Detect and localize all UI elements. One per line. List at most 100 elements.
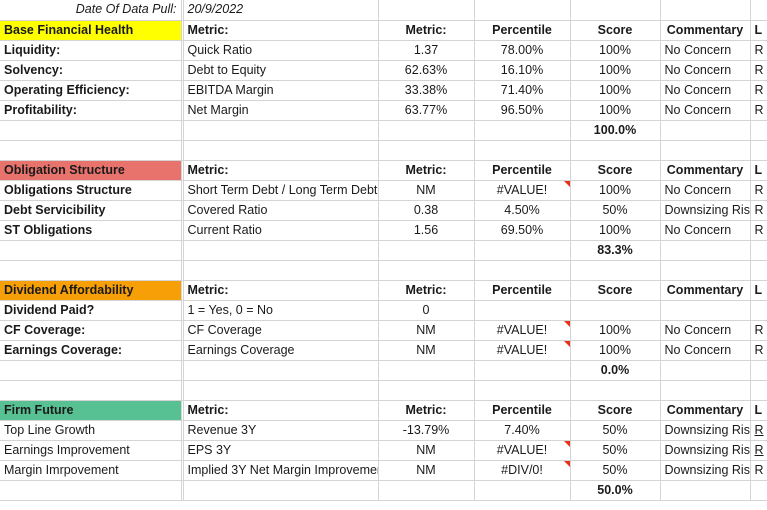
empty-cell <box>474 359 571 381</box>
section-total-score: 50.0% <box>570 479 661 501</box>
row-metric-name: EPS 3Y <box>183 440 379 461</box>
row-metric-name: EBITDA Margin <box>183 80 379 101</box>
empty-cell <box>660 260 751 281</box>
row-truncated-overflow: R <box>750 320 767 341</box>
empty-cell <box>0 119 182 141</box>
row-metric-name: Covered Ratio <box>183 200 379 221</box>
row-label: Margin Imrpovement <box>0 460 182 481</box>
row-score: 50% <box>570 200 661 221</box>
empty-cell <box>183 380 379 401</box>
row-commentary: No Concern <box>660 40 751 61</box>
row-metric-value: NM <box>378 440 475 461</box>
row-truncated-overflow[interactable]: R <box>750 440 767 461</box>
empty-cell <box>750 380 767 401</box>
row-metric-value: NM <box>378 340 475 361</box>
row-metric-name: Debt to Equity <box>183 60 379 81</box>
row-metric-name: Revenue 3Y <box>183 420 379 441</box>
row-percentile: 16.10% <box>474 60 571 81</box>
table-row: Top Line Growth Revenue 3Y -13.79% 7.40% 50%… <box>0 420 767 441</box>
section-total-row: 100.0% <box>0 119 767 141</box>
empty-cell <box>378 479 475 501</box>
empty-cell <box>183 119 379 141</box>
date-of-data-pull-value[interactable]: 20/9/2022 <box>183 0 379 21</box>
empty-cell <box>750 0 767 21</box>
row-label: Liquidity: <box>0 40 182 61</box>
row-metric-value: NM <box>378 460 475 481</box>
column-header-percentile: Percentile <box>474 20 571 41</box>
row-label: Profitability: <box>0 100 182 121</box>
column-header-score: Score <box>570 160 661 181</box>
row-percentile-with-comment-marker: #VALUE! <box>474 340 571 361</box>
row-score: 100% <box>570 80 661 101</box>
column-header-commentary: Commentary <box>660 20 751 41</box>
table-row: ST Obligations Current Ratio 1.56 69.50% 100… <box>0 220 767 241</box>
section-header-row: Firm Future Metric: Metric: Percentile Score… <box>0 400 767 421</box>
row-score: 50% <box>570 440 661 461</box>
empty-cell <box>474 119 571 141</box>
row-truncated-overflow: R <box>750 100 767 121</box>
table-row: Operating Efficiency: EBITDA Margin 33.38%… <box>0 80 767 101</box>
table-row: Margin Imrpovement Implied 3Y Net Margin … <box>0 460 767 481</box>
section-title-dividend-affordability: Dividend Affordability <box>0 280 182 301</box>
column-header-percentile: Percentile <box>474 160 571 181</box>
empty-cell <box>183 140 379 161</box>
column-header-value: Metric: <box>378 20 475 41</box>
row-metric-value: 0 <box>378 300 475 321</box>
section-header-row: Obligation Structure Metric: Metric: Percen… <box>0 160 767 181</box>
row-label: Top Line Growth <box>0 420 182 441</box>
empty-cell <box>474 239 571 261</box>
row-commentary: No Concern <box>660 220 751 241</box>
row-commentary: Downsizing Risk <box>660 440 751 461</box>
empty-cell <box>183 359 379 381</box>
row-score: 100% <box>570 220 661 241</box>
row-percentile-with-comment-marker: #VALUE! <box>474 180 571 201</box>
row-percentile: 71.40% <box>474 80 571 101</box>
section-total-row: 50.0% <box>0 479 767 501</box>
column-header-value: Metric: <box>378 160 475 181</box>
empty-cell <box>378 119 475 141</box>
column-header-value: Metric: <box>378 400 475 421</box>
row-score: 50% <box>570 420 661 441</box>
row-metric-name: Net Margin <box>183 100 379 121</box>
row-score: 100% <box>570 340 661 361</box>
row-percentile-with-comment-marker: #VALUE! <box>474 440 571 461</box>
row-commentary: No Concern <box>660 100 751 121</box>
empty-cell <box>183 260 379 281</box>
table-row: Obligations Structure Short Term Debt / L… <box>0 180 767 201</box>
row-commentary: No Concern <box>660 80 751 101</box>
row-metric-name: Implied 3Y Net Margin Improvemen <box>183 460 379 481</box>
date-of-data-pull-label: Date Of Data Pull: <box>0 0 182 21</box>
row-metric-name: Earnings Coverage <box>183 340 379 361</box>
empty-cell <box>750 359 767 381</box>
scorecard-grid: Date Of Data Pull: 20/9/2022 Base Financia… <box>0 0 767 501</box>
row-truncated-overflow[interactable]: R <box>750 420 767 441</box>
column-header-metric: Metric: <box>183 160 379 181</box>
column-header-truncated: L <box>750 160 767 181</box>
table-row: Debt Servicibility Covered Ratio 0.38 4.50%… <box>0 200 767 221</box>
empty-cell <box>0 260 182 281</box>
row-commentary: Downsizing Risk <box>660 200 751 221</box>
empty-cell <box>378 260 475 281</box>
row-percentile: 7.40% <box>474 420 571 441</box>
section-title-base-financial-health: Base Financial Health <box>0 20 182 41</box>
empty-cell <box>750 239 767 261</box>
empty-cell <box>660 239 751 261</box>
row-label: ST Obligations <box>0 220 182 241</box>
table-row: Dividend Paid? 1 = Yes, 0 = No 0 <box>0 300 767 321</box>
section-title-obligation-structure: Obligation Structure <box>0 160 182 181</box>
section-total-score: 83.3% <box>570 239 661 261</box>
empty-cell <box>378 359 475 381</box>
column-header-truncated: L <box>750 20 767 41</box>
empty-cell <box>570 260 661 281</box>
column-header-score: Score <box>570 400 661 421</box>
row-metric-value: 33.38% <box>378 80 475 101</box>
row-label: Solvency: <box>0 60 182 81</box>
empty-cell <box>0 359 182 381</box>
row-metric-value: 1.56 <box>378 220 475 241</box>
row-percentile: 78.00% <box>474 40 571 61</box>
empty-cell <box>570 0 661 21</box>
empty-cell <box>660 0 751 21</box>
row-percentile-with-comment-marker: #VALUE! <box>474 320 571 341</box>
row-truncated-overflow: R <box>750 180 767 201</box>
row-truncated-overflow <box>750 300 767 321</box>
